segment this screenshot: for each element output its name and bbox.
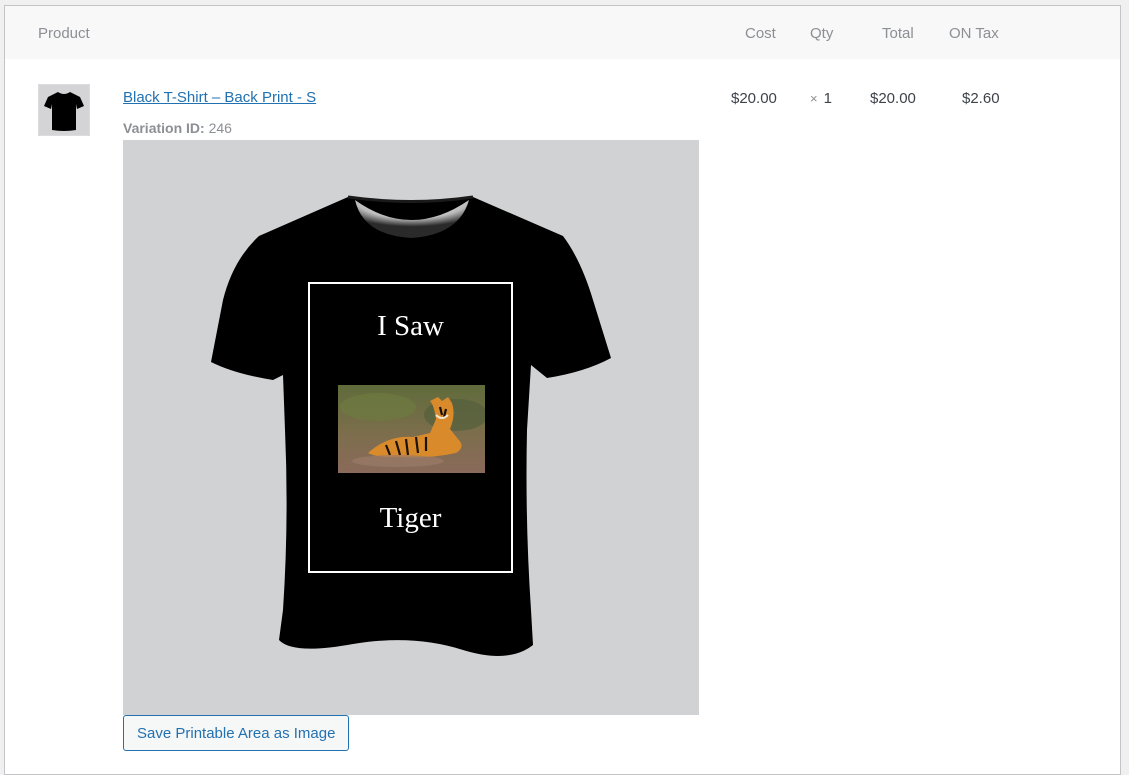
order-items-panel: Product Cost Qty Total ON Tax Black T-Sh… bbox=[4, 5, 1121, 775]
print-line-1: I Saw bbox=[377, 310, 444, 342]
shirt-preview: I Saw Tiger bbox=[123, 140, 699, 715]
item-tax: $2.60 bbox=[962, 90, 1000, 107]
item-cost: $20.00 bbox=[731, 90, 777, 107]
variation-id-row: Variation ID: 246 bbox=[123, 120, 232, 136]
table-header: Product Cost Qty Total ON Tax bbox=[5, 6, 1120, 59]
header-qty: Qty bbox=[810, 25, 834, 42]
variation-id-value: 246 bbox=[208, 120, 232, 136]
header-total: Total bbox=[882, 25, 914, 42]
variation-id-label: Variation ID: bbox=[123, 120, 205, 136]
printable-area: I Saw Tiger bbox=[308, 282, 513, 573]
header-tax: ON Tax bbox=[949, 25, 999, 42]
item-qty-value: 1 bbox=[823, 90, 832, 107]
tiger-photo bbox=[338, 385, 485, 473]
times-icon: × bbox=[810, 91, 818, 106]
item-qty: × 1 bbox=[810, 90, 832, 107]
header-product: Product bbox=[38, 25, 90, 42]
product-name-link[interactable]: Black T-Shirt – Back Print - S bbox=[123, 89, 316, 106]
item-total: $20.00 bbox=[870, 90, 916, 107]
print-line-2: Tiger bbox=[379, 502, 442, 534]
header-cost: Cost bbox=[745, 25, 776, 42]
tshirt-thumbnail-icon bbox=[38, 84, 90, 136]
save-printable-area-button[interactable]: Save Printable Area as Image bbox=[123, 715, 350, 751]
